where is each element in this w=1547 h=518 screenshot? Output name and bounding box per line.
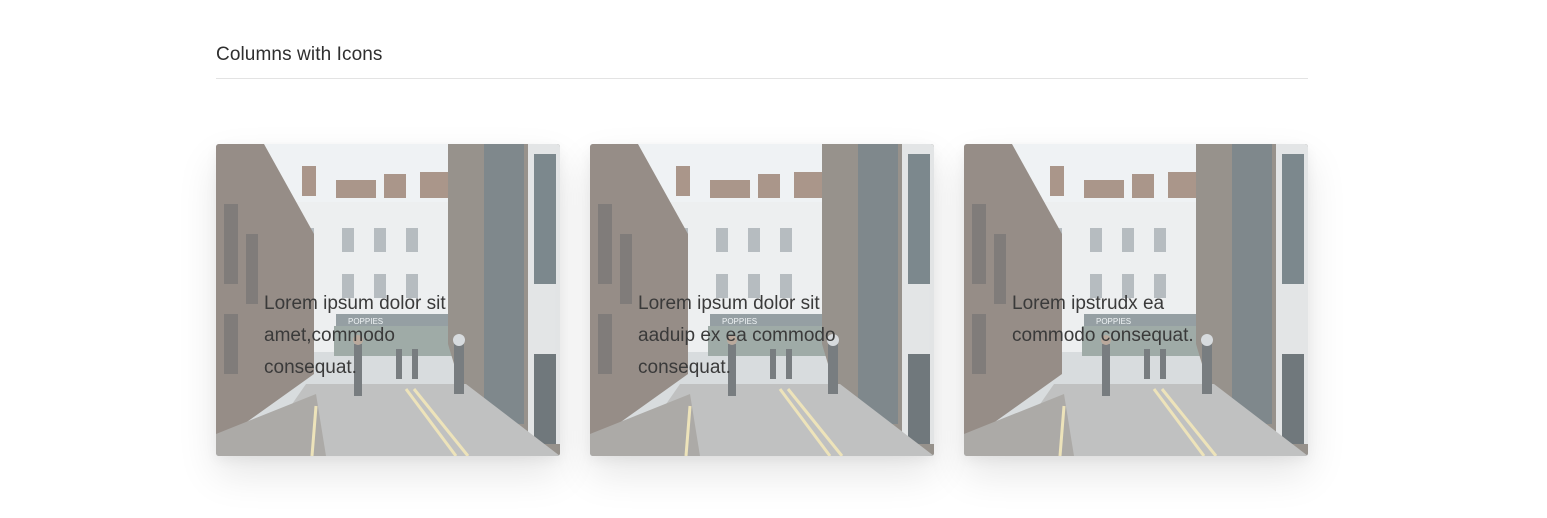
card-text: Lorem ipstrudx ea commodo consequat. [1012,293,1194,346]
feature-card-3: POPPIES Lorem ipstrudx ea commodo conseq… [964,144,1308,456]
section-title: Columns with Icons [216,44,383,65]
cards-row: POPPIES Lorem ipsum dolor sit amet,commo… [216,144,1308,456]
card-text: Lorem ipsum dolor sit aaduip ex ea commo… [638,293,836,378]
section-divider [216,78,1308,79]
feature-card-2: POPPIES Lorem ipsum dolor sit aaduip ex … [590,144,934,456]
feature-card-1: POPPIES Lorem ipsum dolor sit amet,commo… [216,144,560,456]
card-text: Lorem ipsum dolor sit amet,commodo conse… [264,293,446,378]
